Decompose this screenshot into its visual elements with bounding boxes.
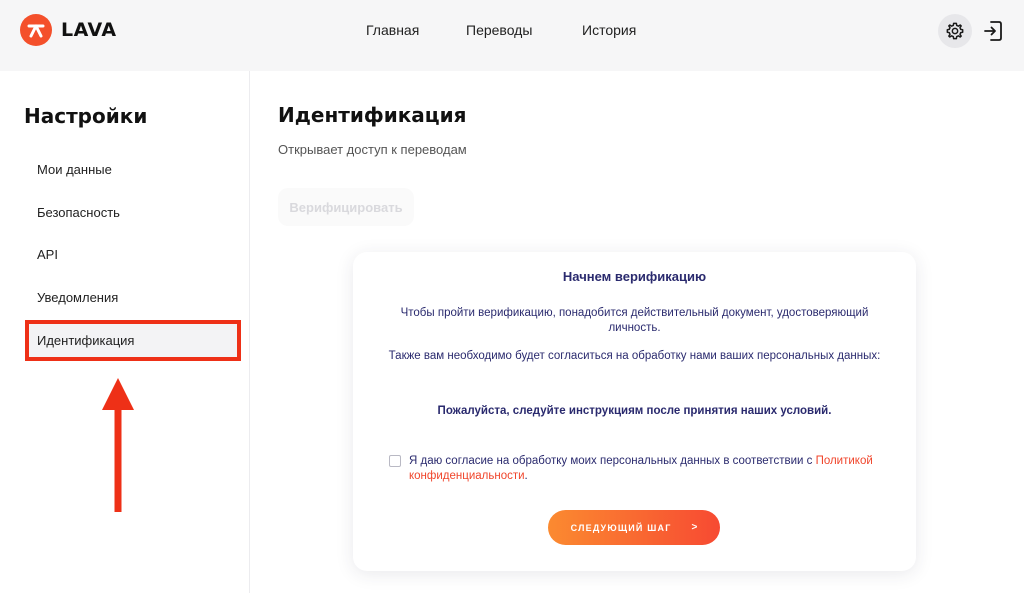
sidebar-item-my-data[interactable]: Мои данные bbox=[37, 162, 112, 177]
settings-button[interactable] bbox=[938, 14, 972, 48]
logout-icon bbox=[984, 21, 1002, 41]
settings-sidebar: Настройки Мои данные Безопасность API Ув… bbox=[0, 71, 250, 593]
document-requirement-text: Чтобы пройти верификацию, понадобится де… bbox=[400, 307, 869, 334]
verify-button[interactable]: Верифицировать bbox=[278, 188, 414, 226]
card-title: Начнем верификацию bbox=[562, 269, 707, 284]
nav-transfers[interactable]: Переводы bbox=[466, 22, 532, 38]
main-nav: Главная Переводы История bbox=[0, 22, 1024, 42]
sidebar-item-api[interactable]: API bbox=[37, 247, 58, 262]
sidebar-item-label: Идентификация bbox=[37, 333, 135, 348]
gear-icon bbox=[946, 22, 964, 40]
page-title: Идентификация bbox=[278, 103, 467, 127]
verification-card: Начнем верификацию Чтобы пройти верифика… bbox=[353, 252, 916, 571]
top-header: LAVA Главная Переводы История bbox=[0, 0, 1024, 71]
sidebar-title: Настройки bbox=[24, 104, 148, 128]
sidebar-item-security[interactable]: Безопасность bbox=[37, 205, 120, 220]
logout-button[interactable] bbox=[980, 17, 1006, 45]
consent-checkbox[interactable] bbox=[389, 455, 401, 467]
consent-label: Я даю согласие на обработку моих персона… bbox=[409, 455, 816, 467]
page-subtitle: Открывает доступ к переводам bbox=[278, 142, 467, 157]
nav-home[interactable]: Главная bbox=[366, 22, 419, 38]
chevron-right-icon: > bbox=[691, 522, 698, 533]
next-step-button[interactable]: СЛЕДУЮЩИЙ ШАГ > bbox=[548, 510, 720, 545]
instruction-text: Пожалуйста, следуйте инструкциям после п… bbox=[437, 405, 832, 417]
next-step-label: СЛЕДУЮЩИЙ ШАГ bbox=[570, 522, 672, 533]
consent-end: . bbox=[524, 470, 528, 482]
sidebar-item-identification[interactable]: Идентификация bbox=[25, 320, 241, 361]
consent-text: Я даю согласие на обработку моих персона… bbox=[409, 454, 879, 484]
nav-history[interactable]: История bbox=[582, 22, 636, 38]
sidebar-item-notifications[interactable]: Уведомления bbox=[37, 290, 118, 305]
consent-requirement-text: Также вам необходимо будет согласиться н… bbox=[388, 350, 881, 362]
red-arrow-up-icon bbox=[102, 378, 134, 512]
